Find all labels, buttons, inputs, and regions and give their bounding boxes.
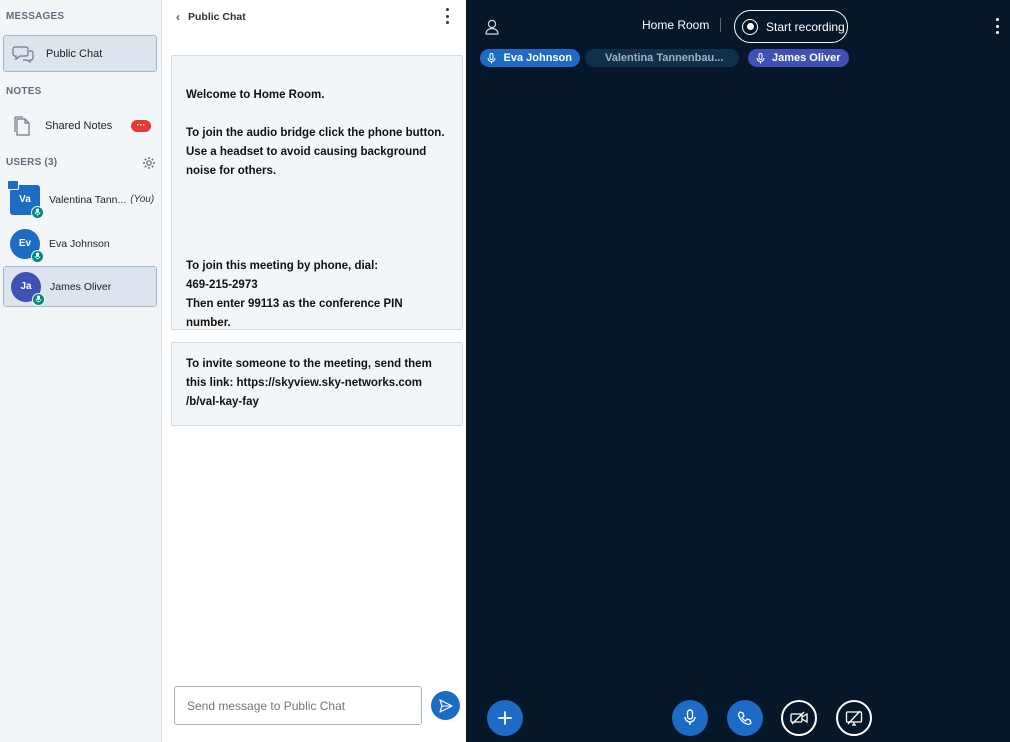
microphone-icon bbox=[486, 52, 498, 64]
start-recording-button[interactable]: Start recording bbox=[734, 10, 848, 43]
invite-link-path: /b/val-kay-fay bbox=[186, 396, 259, 408]
screenshare-button[interactable] bbox=[836, 700, 872, 736]
microphone-icon bbox=[684, 709, 696, 725]
microphone-icon bbox=[754, 52, 766, 64]
header-divider bbox=[720, 18, 721, 32]
avatar-initials: Ev bbox=[18, 238, 32, 249]
chat-panel: ‹ Public Chat Welcome to Home Room. To j… bbox=[162, 0, 466, 742]
record-label: Start recording bbox=[766, 19, 845, 34]
phone-instructions: To join this meeting by phone, dial: bbox=[186, 260, 379, 272]
welcome-prefix: Welcome to bbox=[186, 89, 254, 101]
options-menu-icon[interactable] bbox=[994, 18, 1000, 34]
send-icon bbox=[438, 698, 453, 713]
gear-icon[interactable] bbox=[142, 156, 156, 170]
avatar-initials: Va bbox=[19, 194, 31, 205]
chat-back-button[interactable]: ‹ Public Chat bbox=[176, 10, 246, 24]
main-area: Home Room Start recording Eva Johnson Va… bbox=[466, 0, 1010, 742]
phone-icon bbox=[737, 711, 752, 726]
send-message-button[interactable] bbox=[431, 691, 460, 720]
notes-icon bbox=[9, 113, 35, 139]
phone-number: 469-215-2973 bbox=[186, 279, 258, 291]
avatar: Va bbox=[7, 179, 44, 219]
sidebar-item-public-chat[interactable]: Public Chat bbox=[3, 35, 157, 72]
welcome-message: Welcome to Home Room. To join the audio … bbox=[171, 55, 463, 330]
messages-section-title: MESSAGES bbox=[6, 11, 65, 22]
invite-line: To invite someone to the meeting, send t… bbox=[186, 358, 432, 370]
unread-badge: ··· bbox=[131, 120, 151, 132]
camera-button[interactable] bbox=[781, 700, 817, 736]
chat-options-icon[interactable] bbox=[442, 8, 452, 24]
user-name: Valentina Tann... bbox=[49, 193, 127, 206]
user-name: Eva Johnson bbox=[49, 237, 110, 250]
chevron-left-icon: ‹ bbox=[176, 10, 180, 24]
audio-instructions: To join the audio bridge click the phone… bbox=[186, 127, 445, 177]
notes-section-title: NOTES bbox=[6, 86, 42, 97]
screenshare-off-icon bbox=[845, 710, 863, 726]
microphone-icon bbox=[31, 249, 44, 263]
record-icon bbox=[742, 18, 758, 35]
talker-name: Valentina Tannenbau... bbox=[605, 52, 724, 64]
shared-notes-label: Shared Notes bbox=[45, 120, 113, 132]
avatar-initials: Ja bbox=[20, 281, 32, 292]
sidebar-item-shared-notes[interactable]: Shared Notes ··· bbox=[3, 110, 157, 142]
invite-link-line: this link: https://skyview.sky-networks.… bbox=[186, 377, 423, 389]
plus-icon bbox=[498, 711, 512, 725]
chat-message-input[interactable] bbox=[174, 686, 422, 725]
presenter-icon bbox=[7, 179, 19, 190]
user-list-item[interactable]: Ja James Oliver bbox=[3, 266, 157, 307]
user-name: James Oliver bbox=[50, 280, 112, 293]
welcome-room: Home Room. bbox=[253, 89, 325, 101]
talker-name: Eva Johnson bbox=[503, 52, 572, 64]
chat-icon bbox=[10, 41, 36, 67]
room-title: Home Room bbox=[642, 18, 710, 32]
pin-instructions: Then enter 99113 as the conference PIN n… bbox=[186, 298, 403, 329]
talking-indicator[interactable]: James Oliver bbox=[748, 49, 849, 67]
sidebar: MESSAGES Public Chat NOTES Shared Notes … bbox=[0, 0, 162, 742]
audio-button[interactable] bbox=[727, 700, 763, 736]
actions-button[interactable] bbox=[487, 700, 523, 736]
users-section-title: USERS (3) bbox=[6, 157, 58, 168]
microphone-icon bbox=[31, 205, 44, 219]
user-list-item[interactable]: Va Valentina Tann... (You) bbox=[3, 179, 157, 220]
talking-indicator[interactable]: Valentina Tannenbau... bbox=[585, 49, 739, 67]
camera-off-icon bbox=[790, 711, 808, 725]
user-list-item[interactable]: Ev Eva Johnson bbox=[3, 223, 157, 264]
microphone-icon bbox=[32, 292, 45, 306]
public-chat-label: Public Chat bbox=[46, 47, 103, 60]
user-list-toggle-icon[interactable] bbox=[484, 18, 500, 36]
avatar: Ja bbox=[11, 271, 45, 306]
talker-name: James Oliver bbox=[772, 52, 841, 64]
you-label: (You) bbox=[130, 194, 155, 205]
avatar: Ev bbox=[10, 228, 44, 263]
mute-button[interactable] bbox=[672, 700, 708, 736]
invite-message: To invite someone to the meeting, send t… bbox=[171, 342, 463, 426]
chat-title: Public Chat bbox=[188, 11, 246, 23]
talking-indicator[interactable]: Eva Johnson bbox=[480, 49, 580, 67]
welcome-line: Welcome to Home Room. bbox=[186, 86, 450, 105]
